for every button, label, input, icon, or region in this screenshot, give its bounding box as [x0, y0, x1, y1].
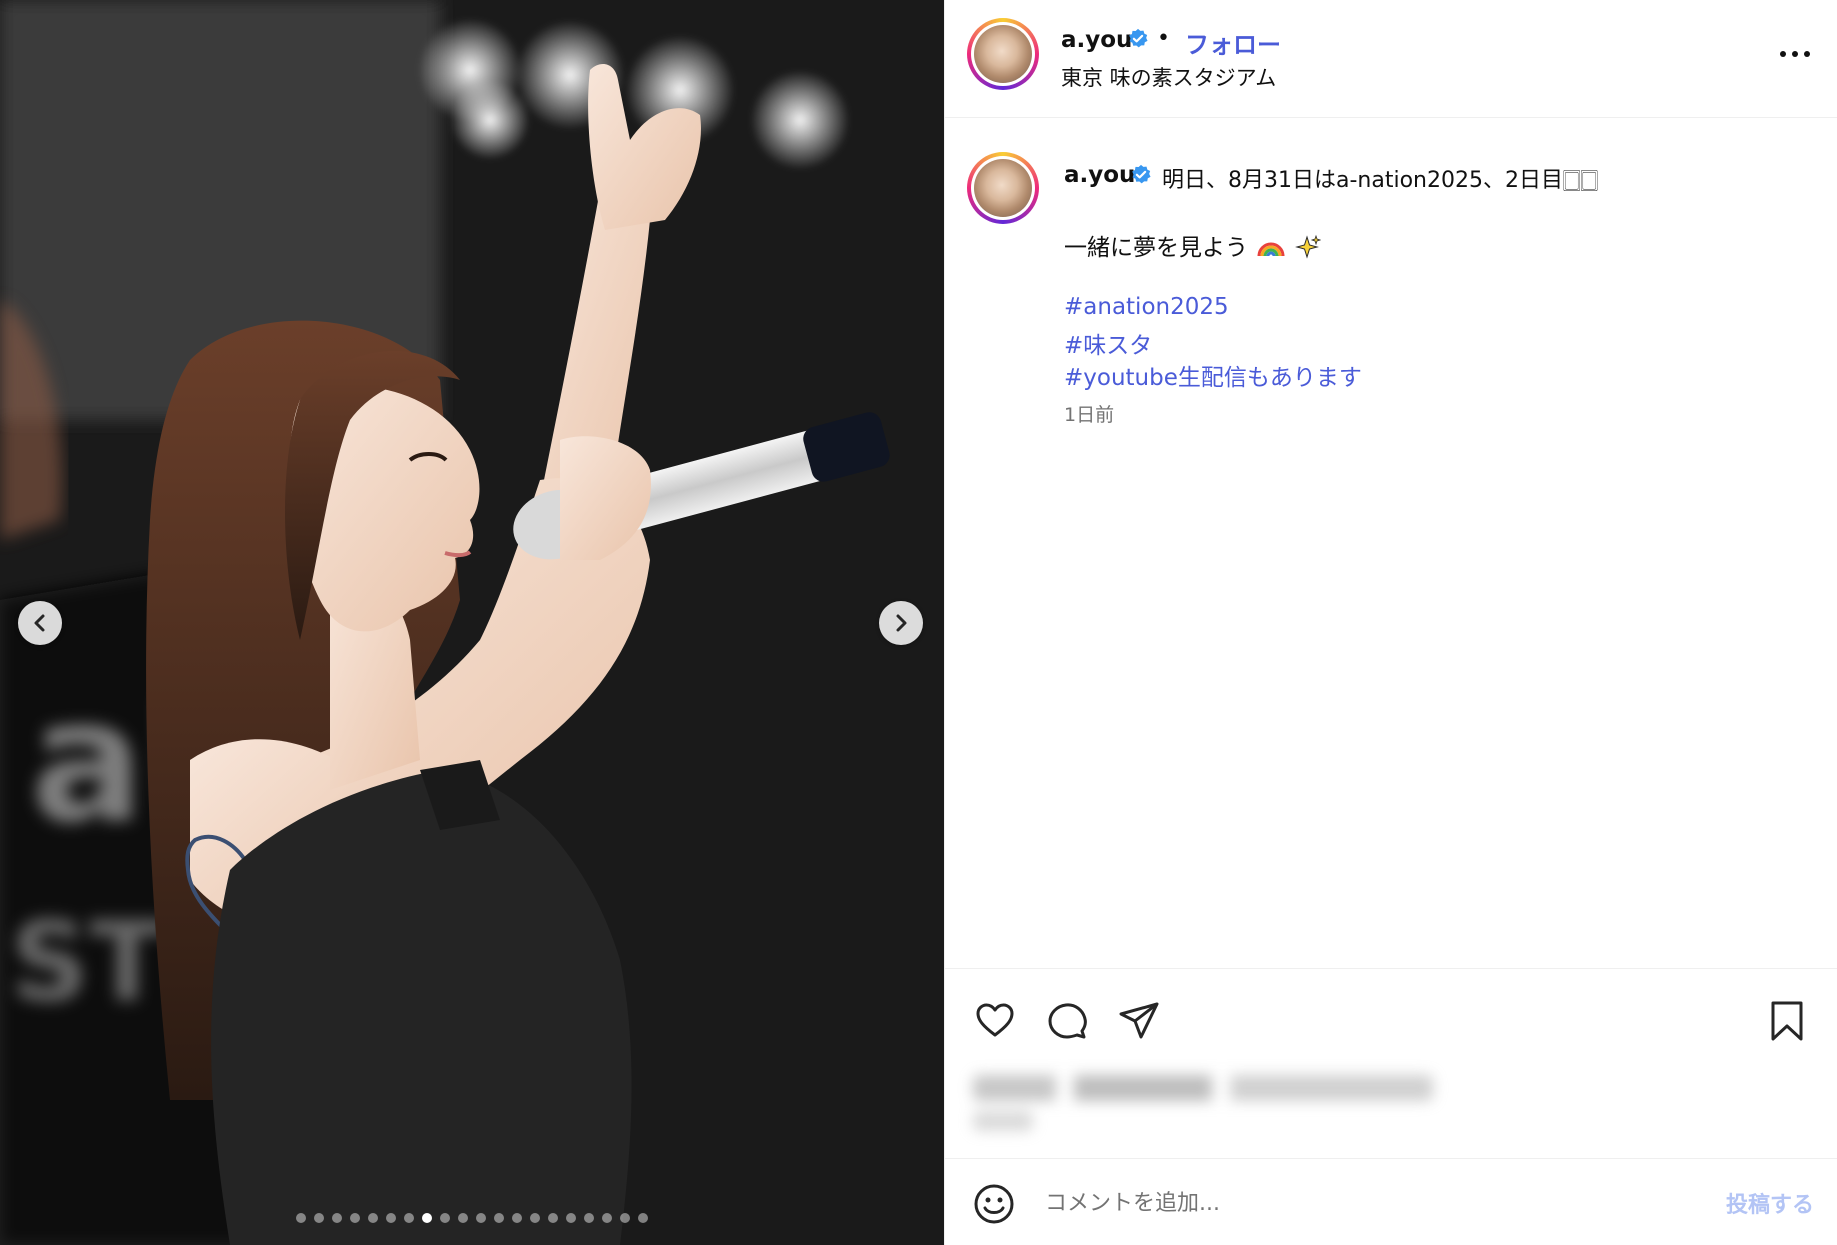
- comment-input[interactable]: [1045, 1181, 1645, 1225]
- carousel-dot-active: [422, 1213, 432, 1223]
- carousel-dot: [350, 1213, 360, 1223]
- carousel-dot: [368, 1213, 378, 1223]
- carousel-dot: [584, 1213, 594, 1223]
- carousel-dot: [314, 1213, 324, 1223]
- hashtag-link[interactable]: #anation2025: [1064, 294, 1229, 320]
- follow-button[interactable]: フォロー: [1185, 25, 1281, 60]
- carousel-dot: [530, 1213, 540, 1223]
- chevron-left-icon: [34, 614, 45, 632]
- heart-icon: [976, 1003, 1014, 1037]
- comment-button[interactable]: [1045, 999, 1089, 1043]
- save-button[interactable]: [1765, 999, 1809, 1043]
- carousel-dot: [440, 1213, 450, 1223]
- post-header: a.you • フォロー 東京 味の素スタジアム: [945, 0, 1837, 118]
- verified-badge-icon: [1129, 28, 1148, 48]
- sparkles-emoji-icon: [1294, 234, 1321, 259]
- carousel-dot: [296, 1213, 306, 1223]
- post-photo: aU STY: [0, 0, 944, 1245]
- carousel-dot: [476, 1213, 486, 1223]
- avatar[interactable]: [967, 18, 1039, 90]
- hashtag-link[interactable]: #味スタ: [1064, 326, 1152, 360]
- like-button[interactable]: [973, 999, 1017, 1043]
- carousel-dot: [620, 1213, 630, 1223]
- emoji-icon[interactable]: [973, 1183, 1015, 1225]
- carousel-dot: [512, 1213, 522, 1223]
- carousel-dot: [566, 1213, 576, 1223]
- post-side-panel: a.you • フォロー 東京 味の素スタジアム a.you 明日、8月31日は…: [944, 0, 1837, 1245]
- share-button[interactable]: [1117, 999, 1161, 1043]
- caption-text-line1: 明日、8月31日はa-nation2025、2日目🀆🀆: [1162, 168, 1598, 193]
- verified-badge-icon: [1132, 164, 1151, 184]
- action-bar: [945, 968, 1837, 1158]
- caption-text-line2: 一緒に夢を見よう: [1064, 228, 1321, 262]
- more-options-icon[interactable]: [1780, 42, 1810, 66]
- carousel-prev-button[interactable]: [18, 601, 62, 645]
- carousel-dot: [458, 1213, 468, 1223]
- caption-text: 一緒に夢を見よう: [1064, 235, 1248, 261]
- caption-avatar[interactable]: [967, 152, 1039, 224]
- post-comment-button[interactable]: 投稿する: [1726, 1187, 1814, 1219]
- comment-icon: [1048, 1003, 1087, 1039]
- caption: a.you 明日、8月31日はa-nation2025、2日目🀆🀆 一緒に夢を見…: [945, 118, 1837, 968]
- caption-username[interactable]: a.you: [1064, 162, 1135, 188]
- username[interactable]: a.you: [1061, 27, 1132, 53]
- carousel-next-button[interactable]: [879, 601, 923, 645]
- comment-bar: 投稿する: [945, 1158, 1837, 1245]
- carousel-dot: [332, 1213, 342, 1223]
- post-media[interactable]: aU STY: [0, 0, 944, 1245]
- hashtag-link[interactable]: #youtube生配信もあります: [1064, 358, 1362, 392]
- separator-dot: •: [1157, 26, 1170, 51]
- carousel-dot: [638, 1213, 648, 1223]
- post-timestamp[interactable]: 1日前: [1064, 400, 1114, 427]
- likes-summary-blurred: [973, 1075, 1433, 1135]
- carousel-dot: [602, 1213, 612, 1223]
- chevron-right-icon: [896, 614, 907, 632]
- bookmark-icon: [1771, 1001, 1803, 1041]
- carousel-indicator: [0, 1213, 944, 1223]
- carousel-dot: [494, 1213, 504, 1223]
- carousel-dot: [548, 1213, 558, 1223]
- share-icon: [1119, 1002, 1159, 1039]
- location-link[interactable]: 東京 味の素スタジアム: [1061, 62, 1276, 92]
- carousel-dot: [386, 1213, 396, 1223]
- carousel-dot: [404, 1213, 414, 1223]
- rainbow-emoji-icon: [1257, 242, 1285, 257]
